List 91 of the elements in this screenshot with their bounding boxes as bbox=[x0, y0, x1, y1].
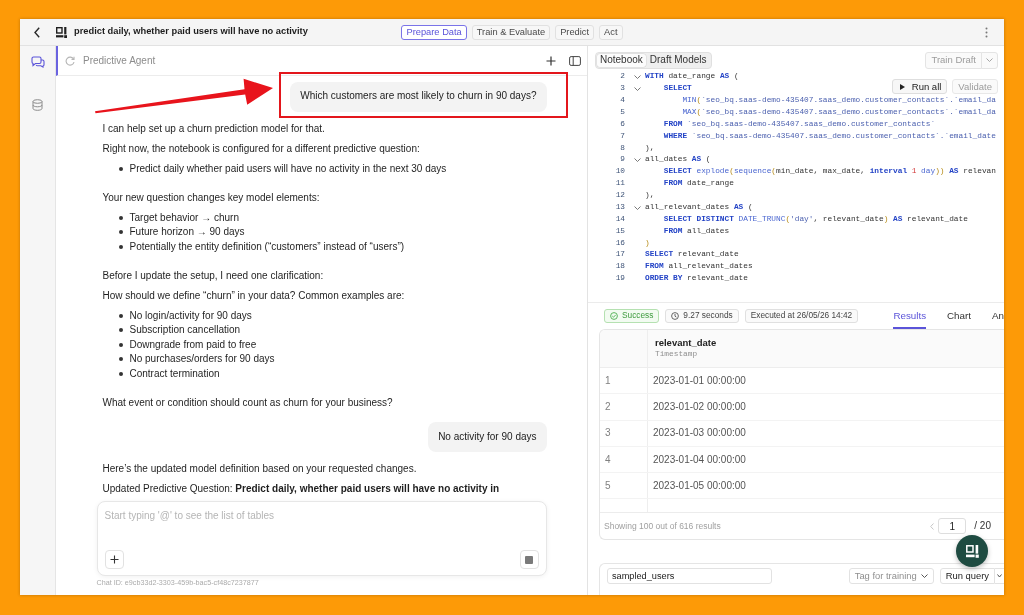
stop-icon bbox=[525, 555, 533, 564]
results-summary: Showing 100 out of 616 results bbox=[604, 520, 721, 532]
panel-title: Predictive Agent bbox=[83, 54, 156, 67]
bullet-icon bbox=[118, 230, 123, 235]
view-tab[interactable]: Notebook bbox=[596, 54, 647, 67]
chat-icon bbox=[30, 56, 45, 68]
chevron-icon[interactable] bbox=[634, 205, 641, 210]
clock-icon bbox=[671, 312, 680, 320]
table-cell-text: 2023-01-05 00:00:00 bbox=[652, 478, 746, 493]
bullet-icon bbox=[118, 342, 123, 347]
plus-icon bbox=[109, 555, 119, 564]
chevron-icon[interactable] bbox=[634, 158, 641, 163]
caret-icon bbox=[920, 574, 928, 578]
bullet-icon bbox=[118, 371, 123, 376]
stage-tab[interactable]: Prepare Data bbox=[401, 24, 467, 40]
new-chat-button[interactable] bbox=[546, 55, 556, 66]
list-item-text: No login/activity for 90 days bbox=[129, 308, 252, 323]
bullet-icon bbox=[118, 166, 123, 171]
list-item-text: Predict daily whether paid users will have no activity in the next 30 days bbox=[129, 161, 447, 176]
back-button[interactable] bbox=[34, 26, 40, 38]
caret-icon bbox=[997, 574, 1002, 578]
tag-dropdown[interactable]: Tag for training bbox=[848, 568, 934, 584]
row-number: 3 bbox=[600, 420, 648, 446]
stage-tab[interactable]: Train & Evaluate bbox=[471, 24, 551, 40]
plus-icon bbox=[546, 55, 556, 66]
logo-icon bbox=[965, 544, 979, 558]
kebab-menu-icon bbox=[985, 26, 988, 38]
status-text: Success bbox=[622, 311, 654, 321]
message-text: What event or condition should count as churn for your business? bbox=[102, 395, 394, 410]
bullet-icon bbox=[118, 244, 123, 249]
more-button[interactable] bbox=[985, 26, 988, 38]
result-tab[interactable]: An bbox=[992, 303, 1004, 329]
message-text: Before I update the setup, I need one clarification: bbox=[102, 268, 325, 283]
list-item-text: No purchases/orders for 90 days bbox=[129, 352, 275, 366]
row-number: 4 bbox=[600, 446, 648, 473]
bullet-icon bbox=[118, 328, 123, 333]
assistant-button[interactable] bbox=[956, 535, 988, 567]
message-input[interactable]: Start typing '@' to see the list of tables bbox=[104, 508, 539, 550]
database-icon bbox=[32, 99, 43, 111]
bullet-icon bbox=[118, 357, 123, 362]
bullet-icon bbox=[118, 215, 123, 220]
cell-name-input[interactable]: sampled_users bbox=[607, 568, 772, 584]
page-input[interactable]: 1 bbox=[938, 518, 967, 534]
list-item-text: Contract termination bbox=[129, 366, 220, 381]
row-number: 1 bbox=[600, 368, 648, 394]
message-text: Here’s the updated model definition based on your requested changes. bbox=[102, 462, 418, 476]
column-name: relevant_date bbox=[655, 336, 717, 349]
list-item-text: Downgrade from paid to free bbox=[129, 337, 257, 352]
user-message: No activity for 90 days bbox=[428, 422, 547, 452]
refresh-icon bbox=[65, 55, 75, 66]
message-text: Right now, the notebook is configured for a different predictive question: bbox=[102, 141, 421, 156]
list-item-text: Future horizon → 90 days bbox=[129, 225, 245, 239]
chevron-icon[interactable] bbox=[634, 74, 641, 79]
message-text: I can help set up a churn prediction model for that. bbox=[102, 121, 326, 136]
composer-field[interactable]: Start typing '@' to see the list of tables bbox=[96, 500, 547, 576]
list-item-text: Target behavior → churn bbox=[129, 210, 239, 225]
stage-tab[interactable]: Act bbox=[599, 24, 623, 40]
row-number: 5 bbox=[600, 473, 648, 499]
run-options-button[interactable] bbox=[995, 568, 1004, 584]
run-all-button[interactable]: Run all bbox=[891, 79, 948, 94]
duration-text: 9.27 seconds bbox=[683, 311, 733, 321]
chevron-left-icon bbox=[930, 522, 935, 530]
play-icon bbox=[899, 83, 905, 90]
add-button[interactable] bbox=[104, 550, 124, 569]
message-text: How should we define “churn” in your data? Common examples are: bbox=[102, 288, 406, 303]
logo-icon bbox=[56, 26, 67, 38]
chevron-icon[interactable] bbox=[634, 86, 641, 91]
back-icon bbox=[34, 26, 40, 38]
sidebar-toggle-button[interactable] bbox=[569, 55, 581, 66]
stop-button[interactable] bbox=[519, 550, 539, 569]
stage-tab[interactable]: Predict bbox=[555, 24, 595, 40]
user-message: Which customers are most likely to churn in 90 days? bbox=[290, 81, 547, 112]
list-item-text: Subscription cancellation bbox=[129, 323, 241, 337]
sidebar-toggle-icon bbox=[569, 55, 581, 66]
check-circle-icon bbox=[610, 312, 618, 320]
row-number: 2 bbox=[600, 394, 648, 420]
page-total: / 20 bbox=[974, 520, 991, 532]
table-cell-text: 2023-01-03 00:00:00 bbox=[652, 426, 746, 441]
run-query-button[interactable]: Run query bbox=[939, 568, 995, 584]
table-cell-text: 2023-01-04 00:00:00 bbox=[652, 452, 746, 467]
message-text: Your new question changes key model elements: bbox=[102, 190, 321, 205]
table-cell-text: 2023-01-01 00:00:00 bbox=[652, 373, 746, 388]
message-text: Updated Predictive Question: Predict daily, whether paid users will have no activity in bbox=[102, 482, 501, 496]
caret-icon bbox=[986, 58, 993, 62]
table-cell-text: 2023-01-02 00:00:00 bbox=[652, 399, 746, 414]
result-tab[interactable]: Chart bbox=[947, 303, 971, 329]
notebook-title: predict daily, whether paid users will have no activity bbox=[74, 26, 308, 38]
view-tab[interactable]: Draft Models bbox=[646, 54, 710, 67]
executed-time-label: Executed at 26/05/26 14:42 bbox=[744, 308, 859, 324]
bullet-icon bbox=[118, 313, 123, 318]
list-item-text: Potentially the entity definition (“customers” instead of “users”) bbox=[129, 239, 405, 254]
